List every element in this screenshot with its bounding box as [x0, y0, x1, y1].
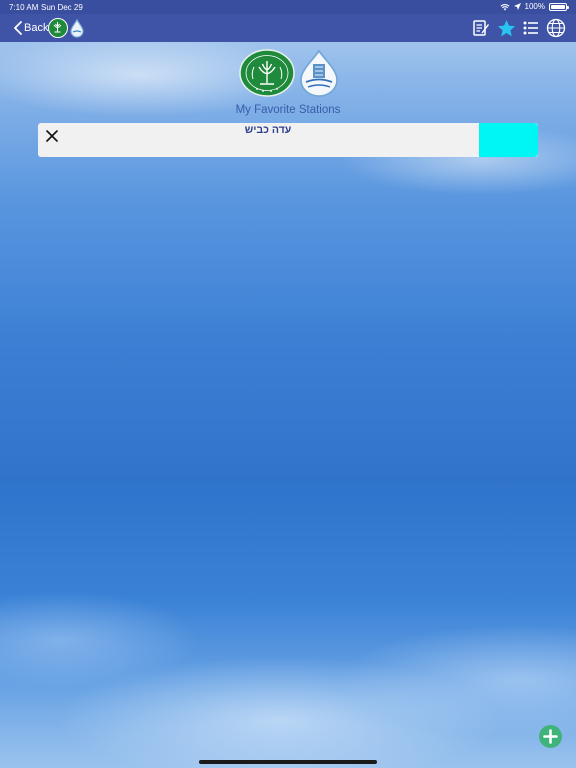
back-button[interactable]: Back: [14, 18, 48, 38]
station-status-indicator: [479, 123, 538, 157]
battery-percent: 100%: [524, 2, 545, 11]
navigation-bar: Back: [0, 14, 576, 42]
chevron-left-icon: [14, 21, 22, 35]
ministry-emblem-small-icon: [48, 18, 68, 38]
favorite-station-row[interactable]: עדה כביש: [38, 123, 538, 157]
add-station-button[interactable]: [539, 725, 562, 748]
water-authority-small-icon: [70, 18, 84, 38]
wifi-icon: [500, 3, 509, 10]
header-logos: [239, 49, 340, 97]
close-icon: [46, 130, 58, 142]
ministry-emblem-icon: [239, 49, 295, 97]
battery-level: [551, 4, 565, 9]
back-label: Back: [24, 22, 49, 34]
nav-actions: [471, 18, 566, 38]
globe-icon[interactable]: [546, 18, 566, 38]
page-title: My Favorite Stations: [235, 104, 341, 116]
plus-icon: [543, 729, 558, 744]
remove-station-button[interactable]: [42, 126, 62, 146]
water-authority-logo-icon: [300, 49, 338, 97]
status-date: Sun Dec 29: [41, 3, 83, 12]
status-bar: 7:10 AM Sun Dec 29 100%: [0, 0, 576, 14]
location-arrow-icon: [513, 3, 521, 10]
list-icon[interactable]: [521, 18, 541, 38]
battery-icon: [549, 2, 569, 11]
status-time: 7:10 AM: [9, 3, 39, 12]
status-indicators: 100%: [500, 2, 569, 11]
star-icon[interactable]: [496, 18, 516, 38]
home-indicator: [199, 760, 377, 764]
edit-icon[interactable]: [471, 18, 491, 38]
station-name: עדה כביש: [244, 124, 292, 136]
